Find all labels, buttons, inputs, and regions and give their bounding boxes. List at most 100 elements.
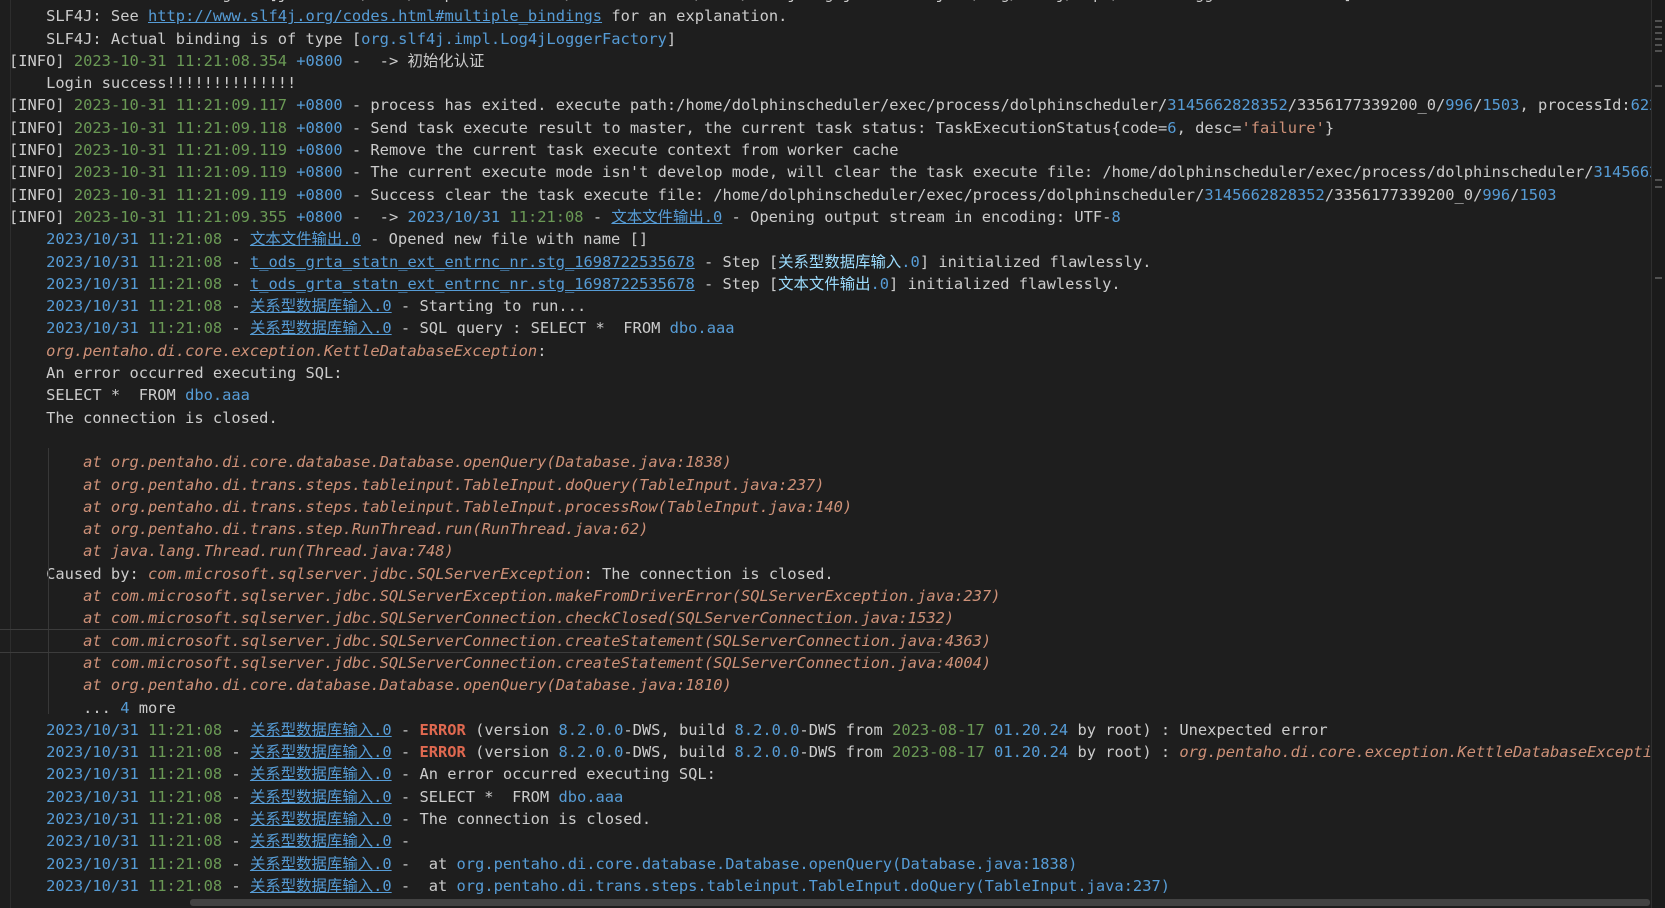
log-link[interactable]: t_ods_grta_statn_ext_entrnc_nr.stg_16987… — [250, 275, 695, 293]
log-line: at org.pentaho.di.trans.steps.tableinput… — [9, 496, 1651, 518]
log-text-segment: 8.2.0.0 — [558, 743, 623, 761]
log-text-segment: - Starting to run... — [392, 297, 587, 315]
log-text-segment — [9, 297, 46, 315]
log-text-segment: [INFO] — [9, 163, 74, 181]
log-link[interactable]: 关系型数据库输入.0 — [250, 855, 392, 873]
log-text-segment: 2023/10/31 — [46, 721, 139, 739]
horizontal-scrollbar-thumb[interactable] — [190, 899, 1650, 906]
log-text-segment: 2023/10/31 — [46, 765, 139, 783]
log-text-segment: - — [222, 253, 250, 271]
log-output[interactable]: SLF4J: Found binding in [jar:file:/home/… — [0, 0, 1651, 908]
log-text-segment — [9, 319, 46, 337]
log-text-segment: 996 — [1482, 186, 1510, 204]
log-text-segment: 2023/10/31 — [46, 810, 139, 828]
log-link[interactable]: 关系型数据库输入.0 — [250, 721, 392, 739]
log-line: SLF4J: Actual binding is of type [org.sl… — [9, 28, 1651, 50]
log-text-segment: dbo.aaa — [185, 386, 250, 404]
log-text-segment: 996 — [1445, 96, 1473, 114]
log-text-segment: 2023/10/31 — [46, 297, 139, 315]
log-text-segment: 2023-08-17 — [892, 721, 985, 739]
log-text-segment: ERROR — [419, 743, 465, 761]
log-text-segment: [INFO] — [9, 96, 74, 114]
cursor-line-border-top — [0, 629, 940, 630]
log-link[interactable]: 关系型数据库输入.0 — [250, 765, 392, 783]
log-text-segment: 01.20.24 — [994, 721, 1068, 739]
log-text-segment: 2023-10-31 11:21:09.119 — [74, 186, 296, 204]
log-link[interactable]: 关系型数据库输入.0 — [250, 788, 392, 806]
log-link[interactable]: t_ods_grta_statn_ext_entrnc_nr.stg_16987… — [250, 253, 695, 271]
log-line: [INFO] 2023-10-31 11:21:09.119 +0800 - S… — [9, 184, 1651, 206]
log-text-segment: [INFO] — [9, 52, 74, 70]
log-line: 2023/10/31 11:21:08 - 关系型数据库输入.0 - An er… — [9, 763, 1651, 785]
log-text-segment: at com.microsoft.sqlserver.jdbc.SQLServe… — [9, 609, 954, 627]
log-viewer: SLF4J: Found binding in [jar:file:/home/… — [0, 0, 1665, 908]
log-text-segment: 11:21:08 — [139, 253, 222, 271]
log-text-segment: [INFO] — [9, 208, 74, 226]
log-link[interactable]: 关系型数据库输入.0 — [250, 743, 392, 761]
log-line: The connection is closed. — [9, 407, 1651, 429]
log-text-segment: ] — [667, 30, 676, 48]
scroll-annotation-mark — [1655, 277, 1662, 279]
log-link[interactable]: 关系型数据库输入.0 — [250, 832, 392, 850]
log-text-segment: 3145662828352 — [1594, 163, 1651, 181]
log-text-segment: at java.lang.Thread.run(Thread.java:748) — [9, 542, 454, 560]
log-text-segment: [INFO] — [9, 119, 74, 137]
log-text-segment: for an explanation. — [602, 7, 787, 25]
log-text-segment: /3356177339200_0/ — [1288, 96, 1446, 114]
log-text-segment: 11:21:08 — [139, 743, 222, 761]
log-text-segment: 11:21:08 — [139, 230, 222, 248]
log-link[interactable]: 关系型数据库输入.0 — [250, 810, 392, 828]
log-link[interactable]: 关系型数据库输入.0 — [250, 319, 392, 337]
log-text-segment: 2023-10-31 11:21:09.119 — [74, 141, 296, 159]
log-line: 2023/10/31 11:21:08 - 关系型数据库输入.0 - The c… — [9, 808, 1651, 830]
log-text-segment — [9, 810, 46, 828]
log-text-segment: SELECT * FROM — [9, 386, 185, 404]
log-line: [INFO] 2023-10-31 11:21:09.119 +0800 - R… — [9, 139, 1651, 161]
log-line: 2023/10/31 11:21:08 - t_ods_grta_statn_e… — [9, 273, 1651, 295]
log-text-segment: 11:21:08 — [500, 208, 583, 226]
log-text-segment: ... — [9, 699, 120, 717]
cursor-line-border-bottom — [0, 652, 940, 653]
log-line: 2023/10/31 11:21:08 - 关系型数据库输入.0 - ERROR… — [9, 719, 1651, 741]
log-text-segment: - SQL query : SELECT * FROM — [392, 319, 670, 337]
log-link[interactable]: 关系型数据库输入.0 — [250, 877, 392, 895]
log-text-segment: - Send task execute result to master, th… — [343, 119, 1168, 137]
log-text-segment: - — [222, 297, 250, 315]
log-text-segment: - Success clear the task execute file: /… — [343, 186, 1205, 204]
log-link[interactable]: 关系型数据库输入.0 — [250, 297, 392, 315]
log-text-segment: by root) : — [1068, 743, 1179, 761]
log-text-segment: - — [392, 721, 420, 739]
log-text-segment: - — [392, 832, 420, 850]
log-text-segment: 6 — [1167, 119, 1176, 137]
log-text-segment: - — [222, 855, 250, 873]
left-border-guide — [10, 0, 11, 908]
log-text-segment: -DWS from — [799, 743, 892, 761]
log-text-segment: - Opened new file with name [] — [361, 230, 648, 248]
log-text-segment: : The connection is closed. — [584, 565, 834, 583]
log-link[interactable]: 文本文件输出.0 — [611, 208, 722, 226]
vertical-scrollbar[interactable] — [1651, 0, 1665, 908]
log-text-segment: /3356177339200_0/ — [1325, 186, 1483, 204]
log-text-segment: SLF4J: Actual binding is of type [ — [9, 30, 361, 48]
log-link[interactable]: http://www.slf4j.org/codes.html#multiple… — [148, 7, 602, 25]
log-text-segment: org.slf4j.impl.Log4jLoggerFactory — [361, 30, 667, 48]
log-line: at org.pentaho.di.core.database.Database… — [9, 451, 1651, 473]
log-text-segment: 2023/10/31 — [46, 275, 139, 293]
log-text-segment: 2023/10/31 — [46, 743, 139, 761]
log-text-segment: - — [222, 275, 250, 293]
log-link[interactable]: 文本文件输出.0 — [250, 230, 361, 248]
log-text-segment: - The connection is closed. — [392, 810, 651, 828]
log-line: 2023/10/31 11:21:08 - 关系型数据库输入.0 - ERROR… — [9, 741, 1651, 763]
log-text-segment: 2023/10/31 — [407, 208, 500, 226]
log-text-segment: +0800 — [296, 96, 342, 114]
log-line: Login success!!!!!!!!!!!!!! — [9, 72, 1651, 94]
log-text-segment — [9, 721, 46, 739]
scroll-annotation-mark — [1655, 26, 1662, 28]
log-text-segment: +0800 — [296, 163, 342, 181]
log-text-segment: [INFO] — [9, 141, 74, 159]
log-text-segment: at com.microsoft.sqlserver.jdbc.SQLServe… — [9, 587, 1000, 605]
log-line: Caused by: com.microsoft.sqlserver.jdbc.… — [9, 563, 1651, 585]
log-text-segment: 11:21:08 — [139, 832, 222, 850]
log-text-segment: / — [1473, 96, 1482, 114]
log-line: 2023/10/31 11:21:08 - 关系型数据库输入.0 - SQL q… — [9, 317, 1651, 339]
